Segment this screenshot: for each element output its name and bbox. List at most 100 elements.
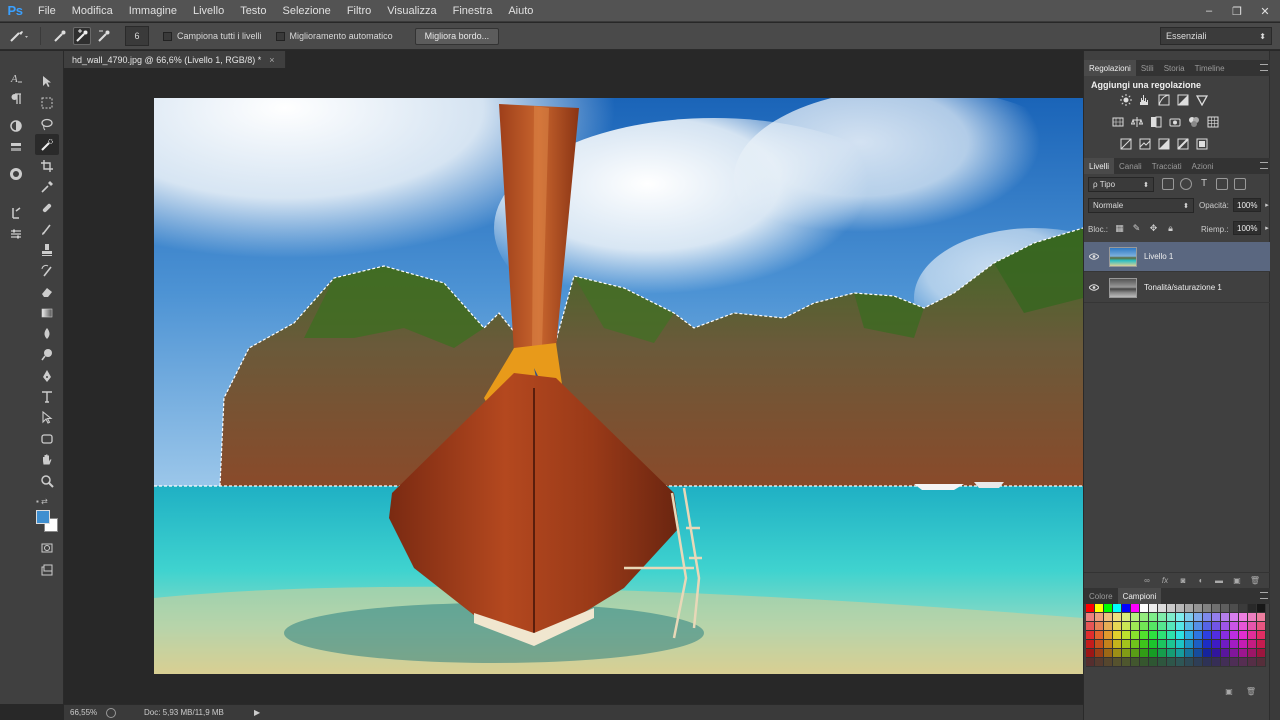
status-menu-arrow-icon[interactable]: ▶ bbox=[254, 708, 260, 717]
color-swatch[interactable] bbox=[1230, 613, 1239, 622]
smart-object-filter-icon[interactable] bbox=[1234, 178, 1246, 190]
color-swatch[interactable] bbox=[1158, 604, 1167, 613]
layer-row[interactable]: Livello 1 bbox=[1084, 242, 1270, 272]
color-swatch[interactable] bbox=[1095, 649, 1104, 658]
marquee-tool-icon[interactable] bbox=[35, 92, 59, 113]
color-swatch[interactable] bbox=[1086, 658, 1095, 667]
color-swatch[interactable] bbox=[1149, 622, 1158, 631]
minimize-button[interactable]: – bbox=[1202, 4, 1216, 18]
link-layers-icon[interactable]: ∞ bbox=[1142, 576, 1152, 586]
paragraph-panel-icon[interactable] bbox=[4, 88, 28, 109]
opacity-field[interactable]: 100% bbox=[1233, 198, 1261, 212]
lasso-tool-icon[interactable] bbox=[35, 113, 59, 134]
color-swatch[interactable] bbox=[1086, 631, 1095, 640]
color-swatch[interactable] bbox=[1185, 658, 1194, 667]
add-mask-icon[interactable]: ◙ bbox=[1178, 576, 1188, 586]
color-swatch[interactable] bbox=[1230, 649, 1239, 658]
tab-campioni[interactable]: Campioni bbox=[1117, 588, 1162, 604]
color-swatch[interactable] bbox=[1248, 613, 1257, 622]
color-swatch[interactable] bbox=[1140, 631, 1149, 640]
color-swatch[interactable] bbox=[1221, 649, 1230, 658]
history-panel-icon[interactable] bbox=[4, 163, 28, 184]
color-swatch[interactable] bbox=[1176, 640, 1185, 649]
color-swatch[interactable] bbox=[1176, 658, 1185, 667]
posterize-icon[interactable] bbox=[1138, 137, 1152, 151]
checkbox-box[interactable] bbox=[275, 31, 285, 41]
new-group-icon[interactable]: ▬ bbox=[1214, 576, 1224, 586]
color-swatch[interactable] bbox=[1113, 649, 1122, 658]
color-swatch[interactable] bbox=[1104, 640, 1113, 649]
new-selection-brush-button[interactable] bbox=[51, 27, 69, 45]
color-swatch[interactable] bbox=[1158, 631, 1167, 640]
gradient-map-icon[interactable] bbox=[1176, 137, 1190, 151]
color-swatch[interactable] bbox=[1122, 604, 1131, 613]
color-swatch[interactable] bbox=[1086, 604, 1095, 613]
new-swatch-icon[interactable]: ▣ bbox=[1224, 686, 1234, 696]
threshold-icon[interactable] bbox=[1157, 137, 1171, 151]
color-swatch[interactable] bbox=[1176, 604, 1185, 613]
brush-tool-icon[interactable] bbox=[35, 218, 59, 239]
color-swatch[interactable] bbox=[1194, 658, 1203, 667]
healing-brush-tool-icon[interactable] bbox=[35, 197, 59, 218]
path-selection-tool-icon[interactable] bbox=[35, 407, 59, 428]
color-swatch[interactable] bbox=[1176, 631, 1185, 640]
move-tool-icon[interactable] bbox=[35, 71, 59, 92]
refine-edge-button[interactable]: Migliora bordo... bbox=[414, 27, 500, 45]
color-swatch[interactable] bbox=[1131, 649, 1140, 658]
color-swatch[interactable] bbox=[1113, 640, 1122, 649]
fill-dropdown-icon[interactable]: ▸ bbox=[1261, 221, 1273, 235]
close-window-button[interactable]: ✕ bbox=[1258, 4, 1272, 18]
color-swatch[interactable] bbox=[1185, 631, 1194, 640]
dodge-tool-icon[interactable] bbox=[35, 344, 59, 365]
color-swatch[interactable] bbox=[1248, 604, 1257, 613]
properties-panel-icon[interactable] bbox=[4, 223, 28, 244]
color-swatch[interactable] bbox=[1212, 658, 1221, 667]
color-swatch[interactable] bbox=[1257, 658, 1266, 667]
color-lookup-icon[interactable] bbox=[1206, 115, 1220, 129]
new-layer-icon[interactable]: ▣ bbox=[1232, 576, 1242, 586]
panel-menu-icon[interactable] bbox=[1260, 162, 1268, 169]
color-swatch[interactable] bbox=[1140, 640, 1149, 649]
pen-tool-icon[interactable] bbox=[35, 365, 59, 386]
restore-button[interactable]: ❐ bbox=[1230, 4, 1244, 18]
color-swatch[interactable] bbox=[1086, 613, 1095, 622]
color-swatch[interactable] bbox=[1149, 604, 1158, 613]
color-swatch[interactable] bbox=[1095, 658, 1104, 667]
status-info-icon[interactable] bbox=[106, 707, 116, 718]
color-swatch[interactable] bbox=[1185, 622, 1194, 631]
color-swatch[interactable] bbox=[1095, 604, 1104, 613]
color-swatch[interactable] bbox=[1167, 649, 1176, 658]
color-swatch[interactable] bbox=[1239, 604, 1248, 613]
gradient-tool-icon[interactable] bbox=[35, 302, 59, 323]
vibrance-icon[interactable] bbox=[1195, 93, 1209, 107]
zoom-tool-icon[interactable] bbox=[35, 470, 59, 491]
tab-timeline[interactable]: Timeline bbox=[1190, 60, 1230, 76]
quick-mask-icon[interactable] bbox=[35, 537, 59, 558]
color-swatch[interactable] bbox=[1131, 604, 1140, 613]
color-swatch[interactable] bbox=[1104, 649, 1113, 658]
panel-menu-icon[interactable] bbox=[1260, 64, 1268, 71]
color-swatch[interactable] bbox=[1158, 649, 1167, 658]
menu-finestra[interactable]: Finestra bbox=[445, 0, 501, 22]
color-swatch[interactable] bbox=[1248, 649, 1257, 658]
black-white-icon[interactable] bbox=[1149, 115, 1163, 129]
color-swatch[interactable] bbox=[1230, 640, 1239, 649]
history-brush-tool-icon[interactable] bbox=[35, 260, 59, 281]
color-swatch[interactable] bbox=[1095, 613, 1104, 622]
tab-colore[interactable]: Colore bbox=[1084, 588, 1118, 604]
color-swatch[interactable] bbox=[1104, 622, 1113, 631]
color-balance-icon[interactable] bbox=[1130, 115, 1144, 129]
color-swatch[interactable] bbox=[1212, 631, 1221, 640]
levels-icon[interactable] bbox=[1138, 93, 1152, 107]
blend-mode-select[interactable]: Normale ⬍ bbox=[1088, 198, 1194, 213]
color-swatch[interactable] bbox=[1257, 640, 1266, 649]
fill-field[interactable]: 100% bbox=[1233, 221, 1261, 235]
color-swatch[interactable] bbox=[1194, 613, 1203, 622]
color-swatch[interactable] bbox=[1194, 631, 1203, 640]
menu-testo[interactable]: Testo bbox=[232, 0, 274, 22]
auto-enhance-checkbox[interactable]: Miglioramento automatico bbox=[275, 31, 393, 41]
menu-immagine[interactable]: Immagine bbox=[121, 0, 185, 22]
color-swatch[interactable] bbox=[1221, 604, 1230, 613]
shape-layer-filter-icon[interactable] bbox=[1216, 178, 1228, 190]
color-swatch[interactable] bbox=[1230, 622, 1239, 631]
